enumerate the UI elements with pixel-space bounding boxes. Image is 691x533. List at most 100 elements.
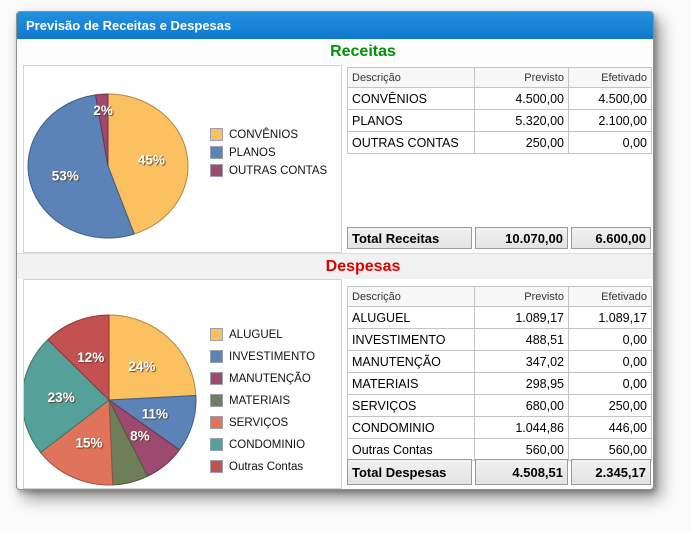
cell-previsto: 5.320,00 [475, 110, 569, 132]
cell-previsto: 250,00 [475, 132, 569, 154]
pie-slice-aluguel [109, 315, 196, 400]
receitas-legend: CONVÊNIOS PLANOS OUTRAS CONTAS [210, 128, 327, 182]
legend-label: INVESTIMENTO [229, 351, 315, 363]
table-row: CONVÊNIOS4.500,004.500,00 [348, 88, 652, 110]
receitas-section-header: Receitas [17, 39, 653, 64]
legend-item-materiais: MATERIAIS [210, 394, 315, 407]
table-row: INVESTIMENTO488,510,00 [348, 329, 652, 351]
legend-swatch [210, 438, 223, 451]
despesas-total-efetivado: 2.345,17 [571, 459, 651, 485]
receitas-total-efetivado: 6.600,00 [571, 227, 651, 249]
legend-label: PLANOS [229, 147, 276, 159]
receitas-table: Descrição Previsto Efetivado CONVÊNIOS4.… [347, 67, 652, 154]
legend-item-convenios: CONVÊNIOS [210, 128, 327, 141]
legend-swatch [210, 128, 223, 141]
cell-efetivado: 446,00 [569, 417, 652, 439]
pie-percent-label: 11% [142, 406, 168, 421]
cell-previsto: 488,51 [475, 329, 569, 351]
cell-efetivado: 0,00 [569, 351, 652, 373]
cell-previsto: 4.500,00 [475, 88, 569, 110]
cell-descricao: ALUGUEL [348, 307, 475, 329]
column-header-efetivado: Efetivado [569, 287, 652, 307]
receitas-total-label: Total Receitas [347, 227, 472, 249]
despesas-section-header: Despesas [17, 253, 653, 279]
cell-efetivado: 560,00 [569, 439, 652, 461]
cell-efetivado: 1.089,17 [569, 307, 652, 329]
legend-label: SERVIÇOS [229, 417, 288, 429]
legend-swatch [210, 372, 223, 385]
cell-descricao: MANUTENÇÃO [348, 351, 475, 373]
legend-label: CONVÊNIOS [229, 129, 298, 141]
pie-percent-label: 45% [138, 152, 165, 167]
window-titlebar[interactable]: Previsão de Receitas e Despesas [17, 12, 653, 39]
despesas-title: Despesas [326, 258, 401, 275]
table-row: SERVIÇOS680,00250,00 [348, 395, 652, 417]
legend-item-servicos: SERVIÇOS [210, 416, 315, 429]
pie-percent-label: 24% [128, 359, 155, 374]
cell-descricao: Outras Contas [348, 439, 475, 461]
legend-item-condominio: CONDOMINIO [210, 438, 315, 451]
pie-percent-label: 53% [52, 169, 79, 184]
legend-swatch [210, 416, 223, 429]
window-title: Previsão de Receitas e Despesas [26, 18, 231, 33]
pie-percent-label: 12% [77, 350, 104, 365]
cell-efetivado: 4.500,00 [569, 88, 652, 110]
table-row: Outras Contas560,00560,00 [348, 439, 652, 461]
legend-swatch [210, 394, 223, 407]
despesas-total-previsto: 4.508,51 [475, 459, 568, 485]
despesas-chart-panel: 24% 11% 8% 15% 23% 12% ALUGUEL INVESTIMENTO MAN… [23, 279, 342, 489]
legend-item-outras-contas: OUTRAS CONTAS [210, 164, 327, 177]
pie-percent-label: 15% [75, 436, 102, 451]
cell-previsto: 347,02 [475, 351, 569, 373]
cell-efetivado: 0,00 [569, 373, 652, 395]
legend-label: MANUTENÇÃO [229, 373, 311, 385]
cell-descricao: CONDOMINIO [348, 417, 475, 439]
table-header-row: Descrição Previsto Efetivado [348, 68, 652, 88]
cell-previsto: 680,00 [475, 395, 569, 417]
cell-efetivado: 0,00 [569, 329, 652, 351]
despesas-total-label: Total Despesas [347, 459, 472, 485]
cell-efetivado: 250,00 [569, 395, 652, 417]
cell-previsto: 560,00 [475, 439, 569, 461]
pie-percent-label: 23% [48, 390, 75, 405]
despesas-legend: ALUGUEL INVESTIMENTO MANUTENÇÃO MATERIAIS SE… [210, 328, 315, 482]
table-row: OUTRAS CONTAS250,000,00 [348, 132, 652, 154]
legend-swatch [210, 350, 223, 363]
cell-descricao: CONVÊNIOS [348, 88, 475, 110]
legend-swatch [210, 146, 223, 159]
despesas-total-row: Total Despesas 4.508,51 2.345,17 [347, 459, 651, 485]
receitas-chart-panel: 45% 53% 2% CONVÊNIOS PLANOS OUTRAS CONTAS [23, 65, 342, 253]
pie-percent-label: 8% [130, 429, 150, 444]
receitas-total-previsto: 10.070,00 [475, 227, 568, 249]
legend-label: OUTRAS CONTAS [229, 165, 327, 177]
cell-descricao: PLANOS [348, 110, 475, 132]
table-header-row: Descrição Previsto Efetivado [348, 287, 652, 307]
table-row: PLANOS5.320,002.100,00 [348, 110, 652, 132]
column-header-descricao: Descrição [348, 68, 475, 88]
column-header-previsto: Previsto [475, 68, 569, 88]
cell-previsto: 1.044,86 [475, 417, 569, 439]
table-row: MANUTENÇÃO347,020,00 [348, 351, 652, 373]
legend-label: ALUGUEL [229, 329, 283, 341]
pie-percent-label: 2% [93, 103, 113, 118]
despesas-table: Descrição Previsto Efetivado ALUGUEL1.08… [347, 286, 652, 461]
receitas-total-row: Total Receitas 10.070,00 6.600,00 [347, 227, 651, 249]
cell-efetivado: 0,00 [569, 132, 652, 154]
legend-item-outras-contas: Outras Contas [210, 460, 315, 473]
table-row: ALUGUEL1.089,171.089,17 [348, 307, 652, 329]
cell-descricao: INVESTIMENTO [348, 329, 475, 351]
legend-item-aluguel: ALUGUEL [210, 328, 315, 341]
table-row: MATERIAIS298,950,00 [348, 373, 652, 395]
legend-label: CONDOMINIO [229, 439, 305, 451]
legend-label: Outras Contas [229, 461, 303, 473]
cell-previsto: 298,95 [475, 373, 569, 395]
column-header-descricao: Descrição [348, 287, 475, 307]
cell-previsto: 1.089,17 [475, 307, 569, 329]
cell-descricao: SERVIÇOS [348, 395, 475, 417]
receitas-title: Receitas [330, 43, 396, 60]
table-row: CONDOMINIO1.044,86446,00 [348, 417, 652, 439]
legend-label: MATERIAIS [229, 395, 290, 407]
legend-swatch [210, 460, 223, 473]
column-header-efetivado: Efetivado [569, 68, 652, 88]
legend-swatch [210, 164, 223, 177]
